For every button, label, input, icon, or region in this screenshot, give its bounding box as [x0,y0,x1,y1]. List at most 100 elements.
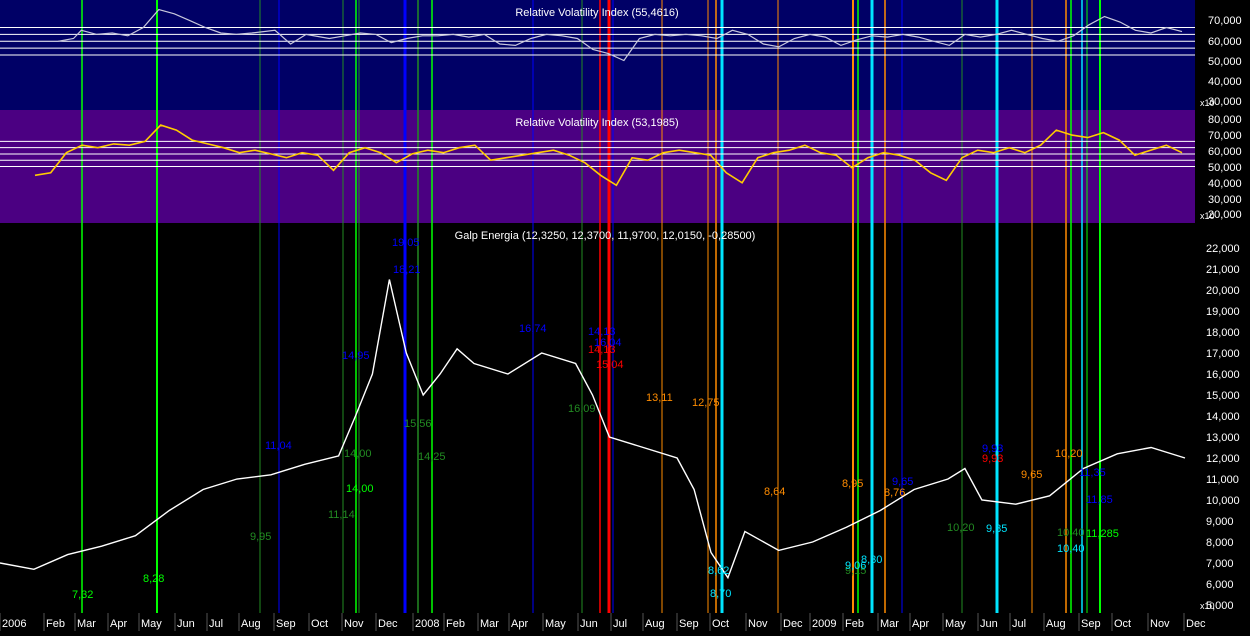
rvi1-title: Relative Volatility Index (55,4616) [515,7,678,19]
xtick-7: Aug [241,618,261,630]
price-ytick-16: 6,000 [1206,579,1234,591]
rvi1-ytick-0: 70,000 [1208,15,1242,27]
annotation-37: 11,85 [1086,494,1113,506]
chart-svg: 70,000 60,000 50,000 40,000 30,000 80,000 70,0… [0,0,1250,631]
price-ytick-3: 19,000 [1206,306,1240,318]
rvi2-ytick-0: 80,000 [1208,114,1242,126]
annotation-1: 8,28 [143,573,164,585]
xtick-23: Dec [783,618,803,630]
annotation-13: 16,09 [568,403,596,415]
xtick-1: Feb [46,618,65,630]
price-ytick-2: 20,000 [1206,285,1240,297]
annotation-16: 15,04 [596,359,624,371]
annotation-2: 9,95 [250,531,271,543]
xtick-14: Mar [480,618,499,630]
rvi2-ytick-3: 50,000 [1208,162,1242,174]
xtick-24: 2009 [812,618,836,630]
xtick-20: Sep [679,618,699,630]
price-ytick-14: 8,000 [1206,537,1234,549]
annotation-23: 8,95 [842,478,863,490]
rvi1-multiplier: x10 [1200,98,1215,108]
xtick-8: Sep [276,618,296,630]
xtick-16: May [545,618,566,630]
annotation-38: 11,285 [1086,528,1119,540]
annotation-18: 13,11 [646,392,673,404]
xtick-2: Mar [77,618,96,630]
annotation-33: 9,65 [1021,469,1042,481]
annotation-27: 8,76 [884,487,905,499]
annotation-28: 9,65 [892,476,913,488]
xtick-19: Aug [645,618,665,630]
rvi2-ytick-4: 40,000 [1208,178,1242,190]
annotation-0: 7,32 [72,589,93,601]
annotation-17: 16,04 [594,337,622,349]
price-ytick-9: 13,000 [1206,432,1240,444]
rvi1-ytick-3: 40,000 [1208,76,1242,88]
price-multiplier: x10 [1200,601,1215,611]
price-title: Galp Energia (12,3250, 12,3700, 11,9700,… [455,230,756,242]
price-background [0,223,1195,613]
annotation-4: 11,14 [328,509,355,521]
price-ytick-13: 9,000 [1206,516,1234,528]
rvi2-ytick-1: 70,000 [1208,130,1242,142]
annotation-7: 14,95 [342,350,370,362]
rvi2-ytick-5: 30,000 [1208,194,1242,206]
price-ytick-12: 10,000 [1206,495,1240,507]
xtick-26: Mar [880,618,899,630]
annotation-5: 14,00 [344,448,372,460]
xtick-6: Jul [209,618,223,630]
price-ytick-4: 18,000 [1206,327,1240,339]
xtick-35: Dec [1186,618,1206,630]
xtick-10: Nov [344,618,364,630]
xtick-34: Nov [1150,618,1170,630]
price-ytick-6: 16,000 [1206,369,1240,381]
annotation-30: 9,85 [986,523,1007,535]
price-ytick-5: 17,000 [1206,348,1240,360]
annotation-22: 8,70 [710,588,731,600]
price-ytick-8: 14,000 [1206,411,1240,423]
xtick-11: Dec [378,618,398,630]
annotation-11: 14,25 [418,451,446,463]
xtick-31: Aug [1046,618,1066,630]
xtick-32: Sep [1081,618,1101,630]
annotation-12: 16,74 [519,323,547,335]
xtick-18: Jul [613,618,627,630]
annotation-34: 10,20 [1055,448,1083,460]
annotation-19: 12,75 [692,397,720,409]
annotation-9: 18,21 [393,264,421,276]
xtick-3: Apr [110,618,127,630]
rvi1-ytick-2: 50,000 [1208,56,1242,68]
price-ytick-0: 22,000 [1206,243,1240,255]
annotation-36: 10,40 [1057,543,1085,555]
xtick-27: Apr [912,618,929,630]
xtick-5: Jun [177,618,195,630]
annotation-26: 8,30 [861,554,882,566]
annotation-39: 11,35 [1079,467,1106,479]
rvi2-title: Relative Volatility Index (53,1985) [515,117,678,129]
xtick-12: 2008 [415,618,439,630]
annotation-29: 10,20 [947,522,975,534]
annotation-6: 14,00 [346,483,374,495]
xtick-15: Apr [511,618,528,630]
annotation-10: 15,56 [404,418,432,430]
price-ytick-10: 12,000 [1206,453,1240,465]
xtick-13: Feb [446,618,465,630]
annotation-8: 19,05 [392,237,420,249]
xtick-25: Feb [845,618,864,630]
xtick-0: 2006 [2,618,26,630]
xtick-30: Jul [1012,618,1026,630]
annotation-32: 9,93 [982,453,1003,465]
xtick-22: Nov [748,618,768,630]
price-ytick-7: 15,000 [1206,390,1240,402]
chart-stage: 70,000 60,000 50,000 40,000 30,000 80,000 70,0… [0,0,1250,631]
annotation-20: 8,64 [764,486,785,498]
price-ytick-1: 21,000 [1206,264,1240,276]
xtick-9: Oct [311,618,328,630]
xtick-33: Oct [1114,618,1131,630]
xtick-17: Jun [580,618,598,630]
xtick-4: May [141,618,162,630]
xtick-29: Jun [980,618,998,630]
xtick-21: Oct [712,618,729,630]
annotation-21: 8,62 [708,565,729,577]
rvi2-ytick-2: 60,000 [1208,146,1242,158]
